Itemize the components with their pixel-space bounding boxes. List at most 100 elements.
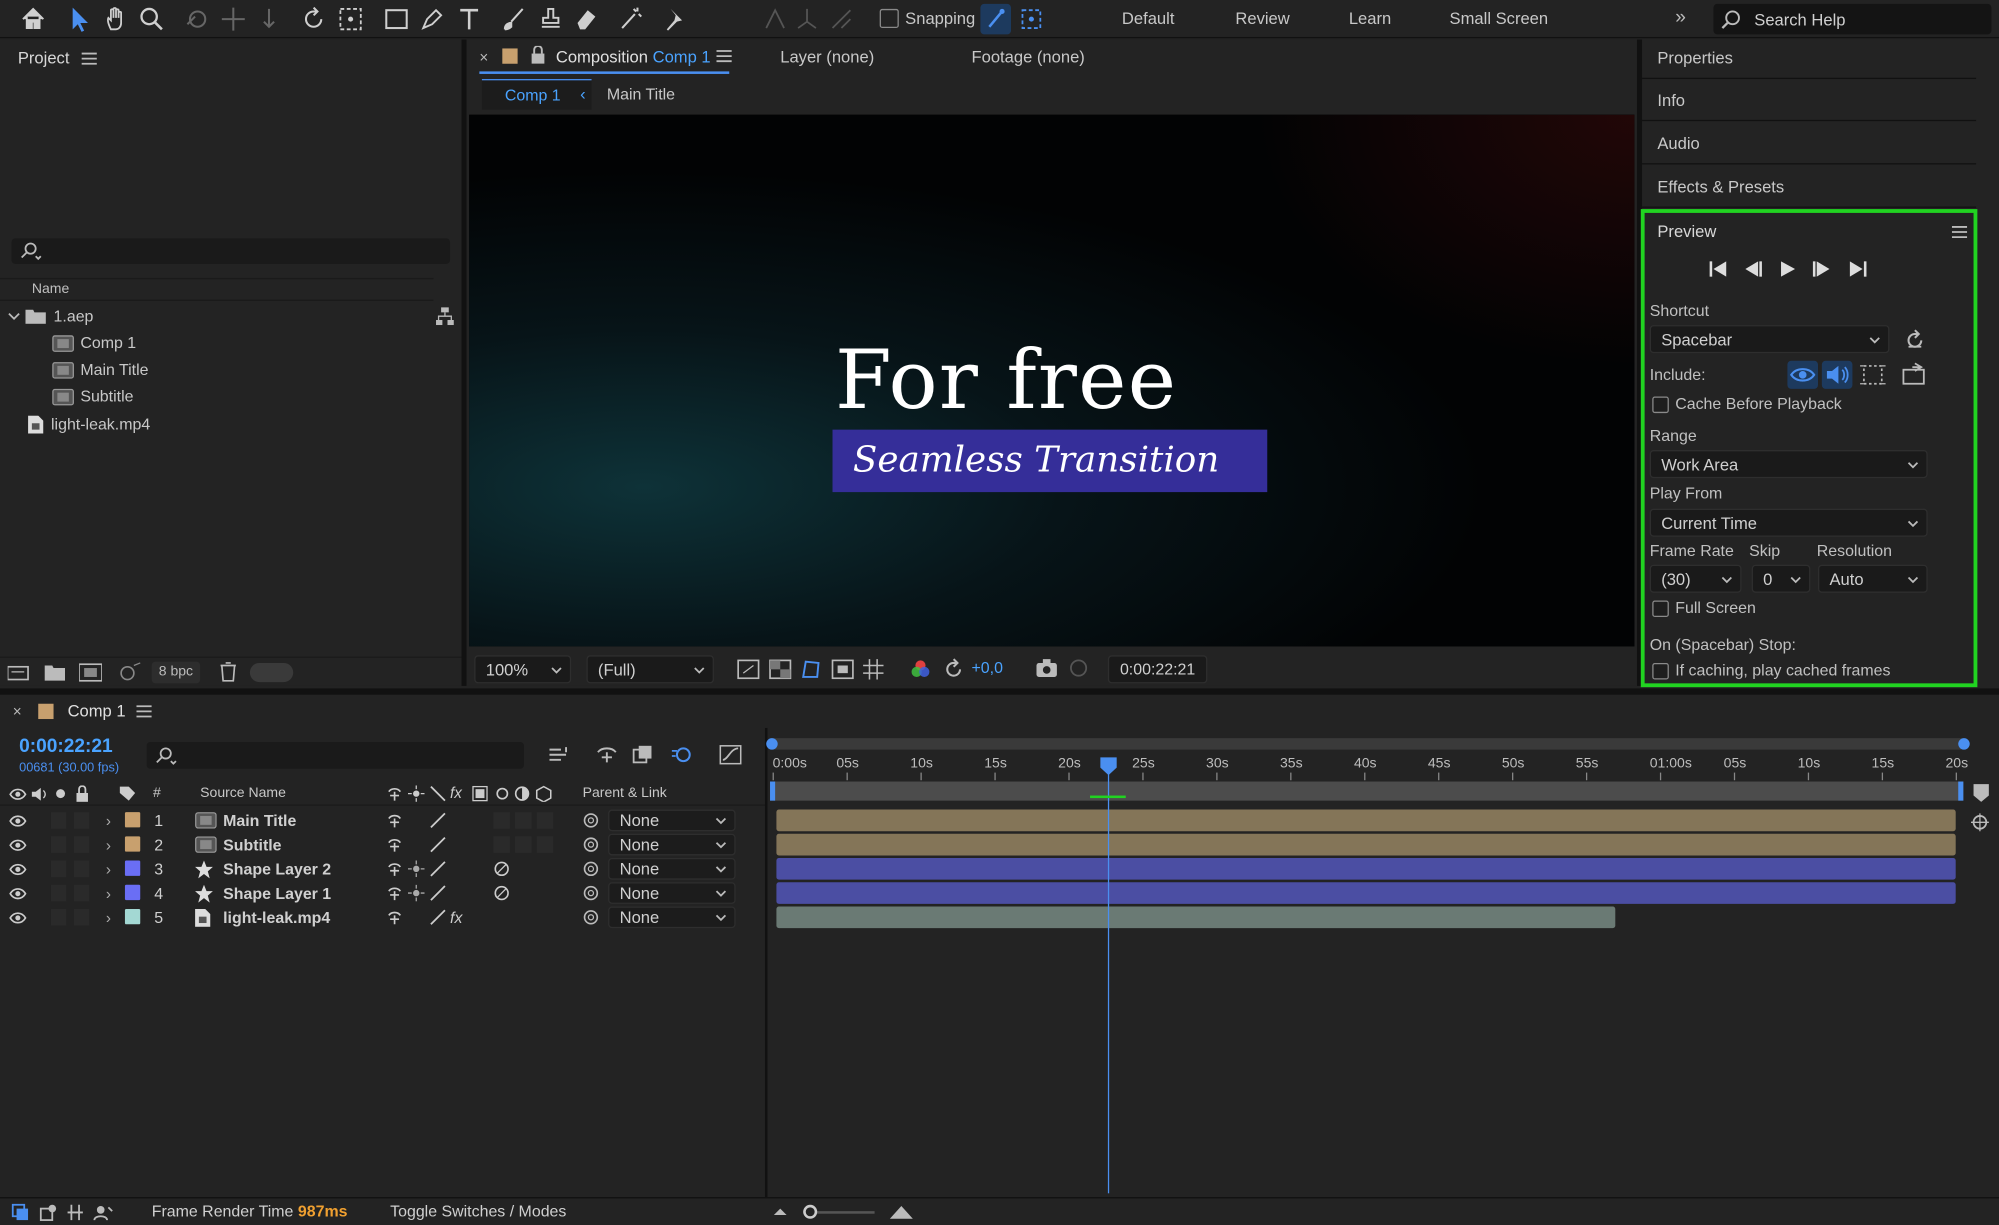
composition-menu-icon[interactable]: [716, 50, 732, 63]
layer-bar[interactable]: [776, 858, 1956, 880]
frame-rate-dropdown[interactable]: (30): [1649, 564, 1742, 593]
pick-whip-icon[interactable]: [583, 836, 600, 853]
include-video-icon[interactable]: [1787, 360, 1819, 389]
project-menu-icon[interactable]: [81, 52, 97, 65]
properties-panel-header[interactable]: Properties: [1642, 37, 1977, 80]
navigator-end-handle[interactable]: [1958, 738, 1970, 750]
layer-label-color[interactable]: [124, 909, 141, 925]
orbit-camera-icon[interactable]: [182, 4, 213, 35]
pick-whip-icon[interactable]: [583, 861, 600, 878]
composition-tab[interactable]: Composition Comp 1: [556, 47, 711, 66]
mask-visibility-icon[interactable]: [799, 658, 822, 681]
cache-before-playback-checkbox[interactable]: [1652, 396, 1669, 414]
dolly-camera-icon[interactable]: [254, 4, 285, 35]
timeline-tab[interactable]: Comp 1: [68, 701, 126, 720]
frame-blending-icon[interactable]: [632, 745, 655, 765]
parent-link-header[interactable]: Parent & Link: [583, 785, 667, 800]
composition-flowchart-icon[interactable]: [548, 745, 571, 765]
expand-chevron-icon[interactable]: ›: [106, 833, 111, 857]
layer-name[interactable]: Shape Layer 1: [223, 881, 331, 905]
parent-dropdown[interactable]: None: [608, 882, 736, 904]
viewer-timecode[interactable]: 0:00:22:21: [1107, 655, 1208, 684]
shy-switch-icon[interactable]: [386, 885, 403, 902]
workspace-learn[interactable]: Learn: [1349, 9, 1391, 28]
snap-edges-icon[interactable]: [980, 3, 1011, 35]
layer-label-color[interactable]: [124, 812, 141, 828]
3d-toggle[interactable]: [536, 836, 554, 853]
layer-name[interactable]: Subtitle: [223, 833, 281, 857]
comp-button-icon[interactable]: [1970, 812, 1990, 832]
quality-switch-icon[interactable]: [430, 836, 447, 853]
quality-switch-icon[interactable]: [430, 885, 447, 902]
timeline-search-input[interactable]: [146, 741, 524, 769]
motion-blur-icon[interactable]: [671, 745, 694, 765]
solo-toggle[interactable]: [50, 884, 67, 902]
layer-bar[interactable]: [776, 906, 1616, 929]
adjustment-toggle[interactable]: [515, 836, 532, 853]
list-item[interactable]: Main Title: [52, 357, 149, 382]
parent-dropdown[interactable]: None: [608, 809, 736, 832]
bit-depth-button[interactable]: 8 bpc: [151, 661, 201, 684]
work-area-bar[interactable]: [770, 781, 1964, 801]
transparency-grid-icon[interactable]: [769, 658, 792, 681]
effects-switch-icon[interactable]: fx: [450, 905, 462, 929]
list-item[interactable]: Comp 1: [52, 330, 136, 355]
in-out-stretch-icon[interactable]: [66, 1204, 84, 1222]
expand-chevron-icon[interactable]: ›: [106, 881, 111, 905]
eraser-tool-icon[interactable]: [571, 4, 602, 35]
include-audio-icon[interactable]: [1821, 360, 1853, 389]
label-tag-icon[interactable]: [119, 785, 137, 802]
new-composition-icon[interactable]: [79, 662, 102, 682]
thumbnail-toggle[interactable]: [249, 662, 294, 683]
project-search-input[interactable]: [11, 238, 451, 264]
shy-switch-icon[interactable]: [386, 812, 403, 829]
list-item[interactable]: Subtitle: [52, 384, 133, 409]
project-settings-icon[interactable]: [117, 662, 142, 682]
parent-dropdown[interactable]: None: [608, 906, 736, 929]
expand-chevron-icon[interactable]: ›: [106, 905, 111, 929]
new-folder-icon[interactable]: [44, 663, 66, 681]
lock-toggle[interactable]: [73, 860, 90, 878]
home-icon[interactable]: [18, 4, 49, 35]
table-row[interactable]: › 4 Shape Layer 1 None: [0, 881, 765, 905]
next-frame-icon[interactable]: [1812, 260, 1832, 278]
navigator-start-handle[interactable]: [766, 738, 778, 750]
collapse-switch-icon[interactable]: [407, 884, 425, 902]
include-export-icon[interactable]: [1902, 362, 1927, 385]
hand-tool-icon[interactable]: [101, 4, 132, 35]
preview-resolution-dropdown[interactable]: Auto: [1818, 564, 1928, 593]
eye-icon[interactable]: [9, 833, 27, 857]
play-icon[interactable]: [1778, 260, 1796, 278]
lock-toggle[interactable]: [73, 909, 90, 926]
previous-frame-icon[interactable]: [1743, 260, 1763, 278]
layer-label-color[interactable]: [124, 884, 141, 901]
close-tab-icon[interactable]: ×: [479, 48, 488, 66]
trash-icon[interactable]: [219, 662, 237, 682]
flowchart-icon[interactable]: [436, 307, 454, 326]
motion-blur-switch-icon[interactable]: [493, 885, 510, 902]
layer-tab[interactable]: Layer (none): [780, 47, 874, 66]
roto-brush-icon[interactable]: [616, 4, 647, 35]
grid-guides-icon[interactable]: [862, 658, 885, 681]
render-time-icon[interactable]: [93, 1204, 113, 1222]
pan-behind-icon[interactable]: [335, 4, 366, 35]
name-column-header[interactable]: Name: [32, 282, 69, 297]
shy-layers-icon[interactable]: [595, 745, 618, 765]
breadcrumb-next[interactable]: Main Title: [607, 85, 675, 103]
search-help-field[interactable]: Search Help: [1713, 3, 1992, 35]
layer-name[interactable]: Shape Layer 2: [223, 857, 331, 881]
solo-switch-icon[interactable]: [56, 789, 66, 799]
solo-toggle[interactable]: [50, 860, 67, 878]
shy-switch-icon[interactable]: [386, 861, 403, 878]
list-item[interactable]: light-leak.mp4: [28, 412, 150, 437]
source-name-header[interactable]: Source Name: [200, 785, 286, 800]
selection-tool-icon[interactable]: [64, 4, 95, 35]
layer-number-header[interactable]: #: [153, 785, 161, 800]
pan-camera-icon[interactable]: [218, 4, 249, 35]
eye-icon[interactable]: [9, 857, 27, 881]
quality-switch-icon[interactable]: [430, 812, 447, 829]
layer-label-color[interactable]: [124, 860, 141, 876]
expand-chevron-icon[interactable]: ›: [106, 857, 111, 881]
eye-icon[interactable]: [9, 905, 27, 929]
list-item[interactable]: 1.aep: [8, 303, 94, 328]
